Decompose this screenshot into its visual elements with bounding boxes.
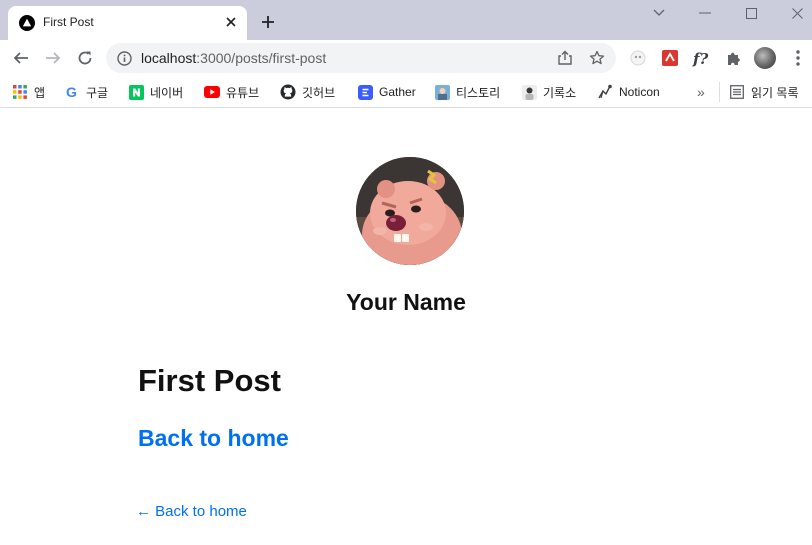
extension-fquestion-icon[interactable]: f?: [691, 47, 713, 69]
browser-tab[interactable]: First Post: [8, 6, 247, 40]
address-bar[interactable]: localhost:3000/posts/first-post: [106, 43, 616, 73]
close-window-icon[interactable]: [786, 4, 808, 22]
bookmark-label: Noticon: [619, 85, 660, 99]
extension-circle-icon[interactable]: [627, 47, 649, 69]
nextjs-triangle-icon: [19, 15, 35, 31]
bookmarks-divider: [719, 82, 720, 102]
youtube-icon: [204, 84, 220, 100]
bookmarks-bar: 앱 G 구글 네이버 유튜브 깃허브 Gather 티스토리 기록소 Notic…: [0, 76, 812, 108]
back-to-home-heading-link[interactable]: Back to home: [138, 425, 289, 452]
bookmark-label: 티스토리: [456, 85, 501, 100]
bookmark-star-icon[interactable]: [589, 50, 605, 66]
bookmark-label: Gather: [379, 85, 416, 99]
url-path: :3000/posts/first-post: [196, 50, 327, 66]
profile-avatar-icon[interactable]: [754, 47, 776, 69]
maximize-icon[interactable]: [740, 4, 762, 22]
reload-icon[interactable]: [73, 46, 97, 70]
title-bar: First Post: [0, 0, 812, 40]
google-icon: G: [64, 84, 80, 100]
forward-arrow-icon[interactable]: [41, 46, 65, 70]
tab-title: First Post: [43, 15, 94, 29]
close-tab-icon[interactable]: [222, 13, 240, 31]
new-tab-button[interactable]: [257, 11, 279, 33]
noticon-icon: [597, 84, 613, 100]
profile-avatar: [356, 157, 464, 265]
github-icon: [280, 84, 296, 100]
bookmarks-overflow-button[interactable]: »: [697, 81, 705, 103]
page-content: Your Name First Post Back to home ← Back…: [0, 109, 812, 545]
info-icon[interactable]: [116, 50, 132, 66]
bookmark-apps[interactable]: 앱: [12, 81, 45, 103]
bookmark-label: 유튜브: [226, 85, 260, 100]
bookmark-label: 앱: [34, 85, 46, 100]
svg-text:G: G: [65, 85, 76, 100]
bookmark-youtube[interactable]: 유튜브: [204, 81, 259, 103]
tistory-icon: [434, 84, 450, 100]
svg-text:f?: f?: [692, 50, 708, 67]
extension-red-icon[interactable]: [659, 47, 681, 69]
bookmark-blog[interactable]: 기록소: [521, 81, 576, 103]
bookmark-label: 기록소: [543, 85, 577, 100]
bookmark-github[interactable]: 깃허브: [280, 81, 335, 103]
bookmark-tistory[interactable]: 티스토리: [434, 81, 500, 103]
bookmark-gather[interactable]: Gather: [357, 81, 416, 103]
apps-grid-icon: [12, 84, 28, 100]
bookmark-google[interactable]: G 구글: [64, 81, 108, 103]
minimize-icon[interactable]: [694, 4, 716, 22]
reading-list-label: 읽기 목록: [751, 85, 799, 100]
naver-icon: [128, 84, 144, 100]
bookmark-label: 네이버: [150, 85, 184, 100]
share-icon[interactable]: [557, 50, 573, 66]
bookmark-label: 구글: [86, 85, 109, 100]
url-host: localhost: [141, 50, 197, 66]
bookmark-naver[interactable]: 네이버: [128, 81, 183, 103]
url-text[interactable]: localhost:3000/posts/first-post: [141, 50, 326, 66]
reading-list-button[interactable]: 읽기 목록: [729, 81, 799, 103]
bookmark-noticon[interactable]: Noticon: [597, 81, 660, 103]
profile-name: Your Name: [346, 289, 466, 315]
bookmark-label: 깃허브: [302, 85, 336, 100]
blog-icon: [521, 84, 537, 100]
kebab-menu-icon[interactable]: [787, 47, 809, 69]
extensions-puzzle-icon[interactable]: [723, 47, 745, 69]
reading-list-icon: [729, 84, 745, 100]
tab-search-chevron-down-icon[interactable]: [648, 4, 670, 22]
back-to-home-link[interactable]: ← Back to home: [136, 503, 247, 520]
gather-icon: [357, 84, 373, 100]
post-title: First Post: [138, 363, 281, 398]
browser-toolbar: localhost:3000/posts/first-post f?: [0, 40, 812, 76]
back-arrow-icon[interactable]: [9, 46, 33, 70]
